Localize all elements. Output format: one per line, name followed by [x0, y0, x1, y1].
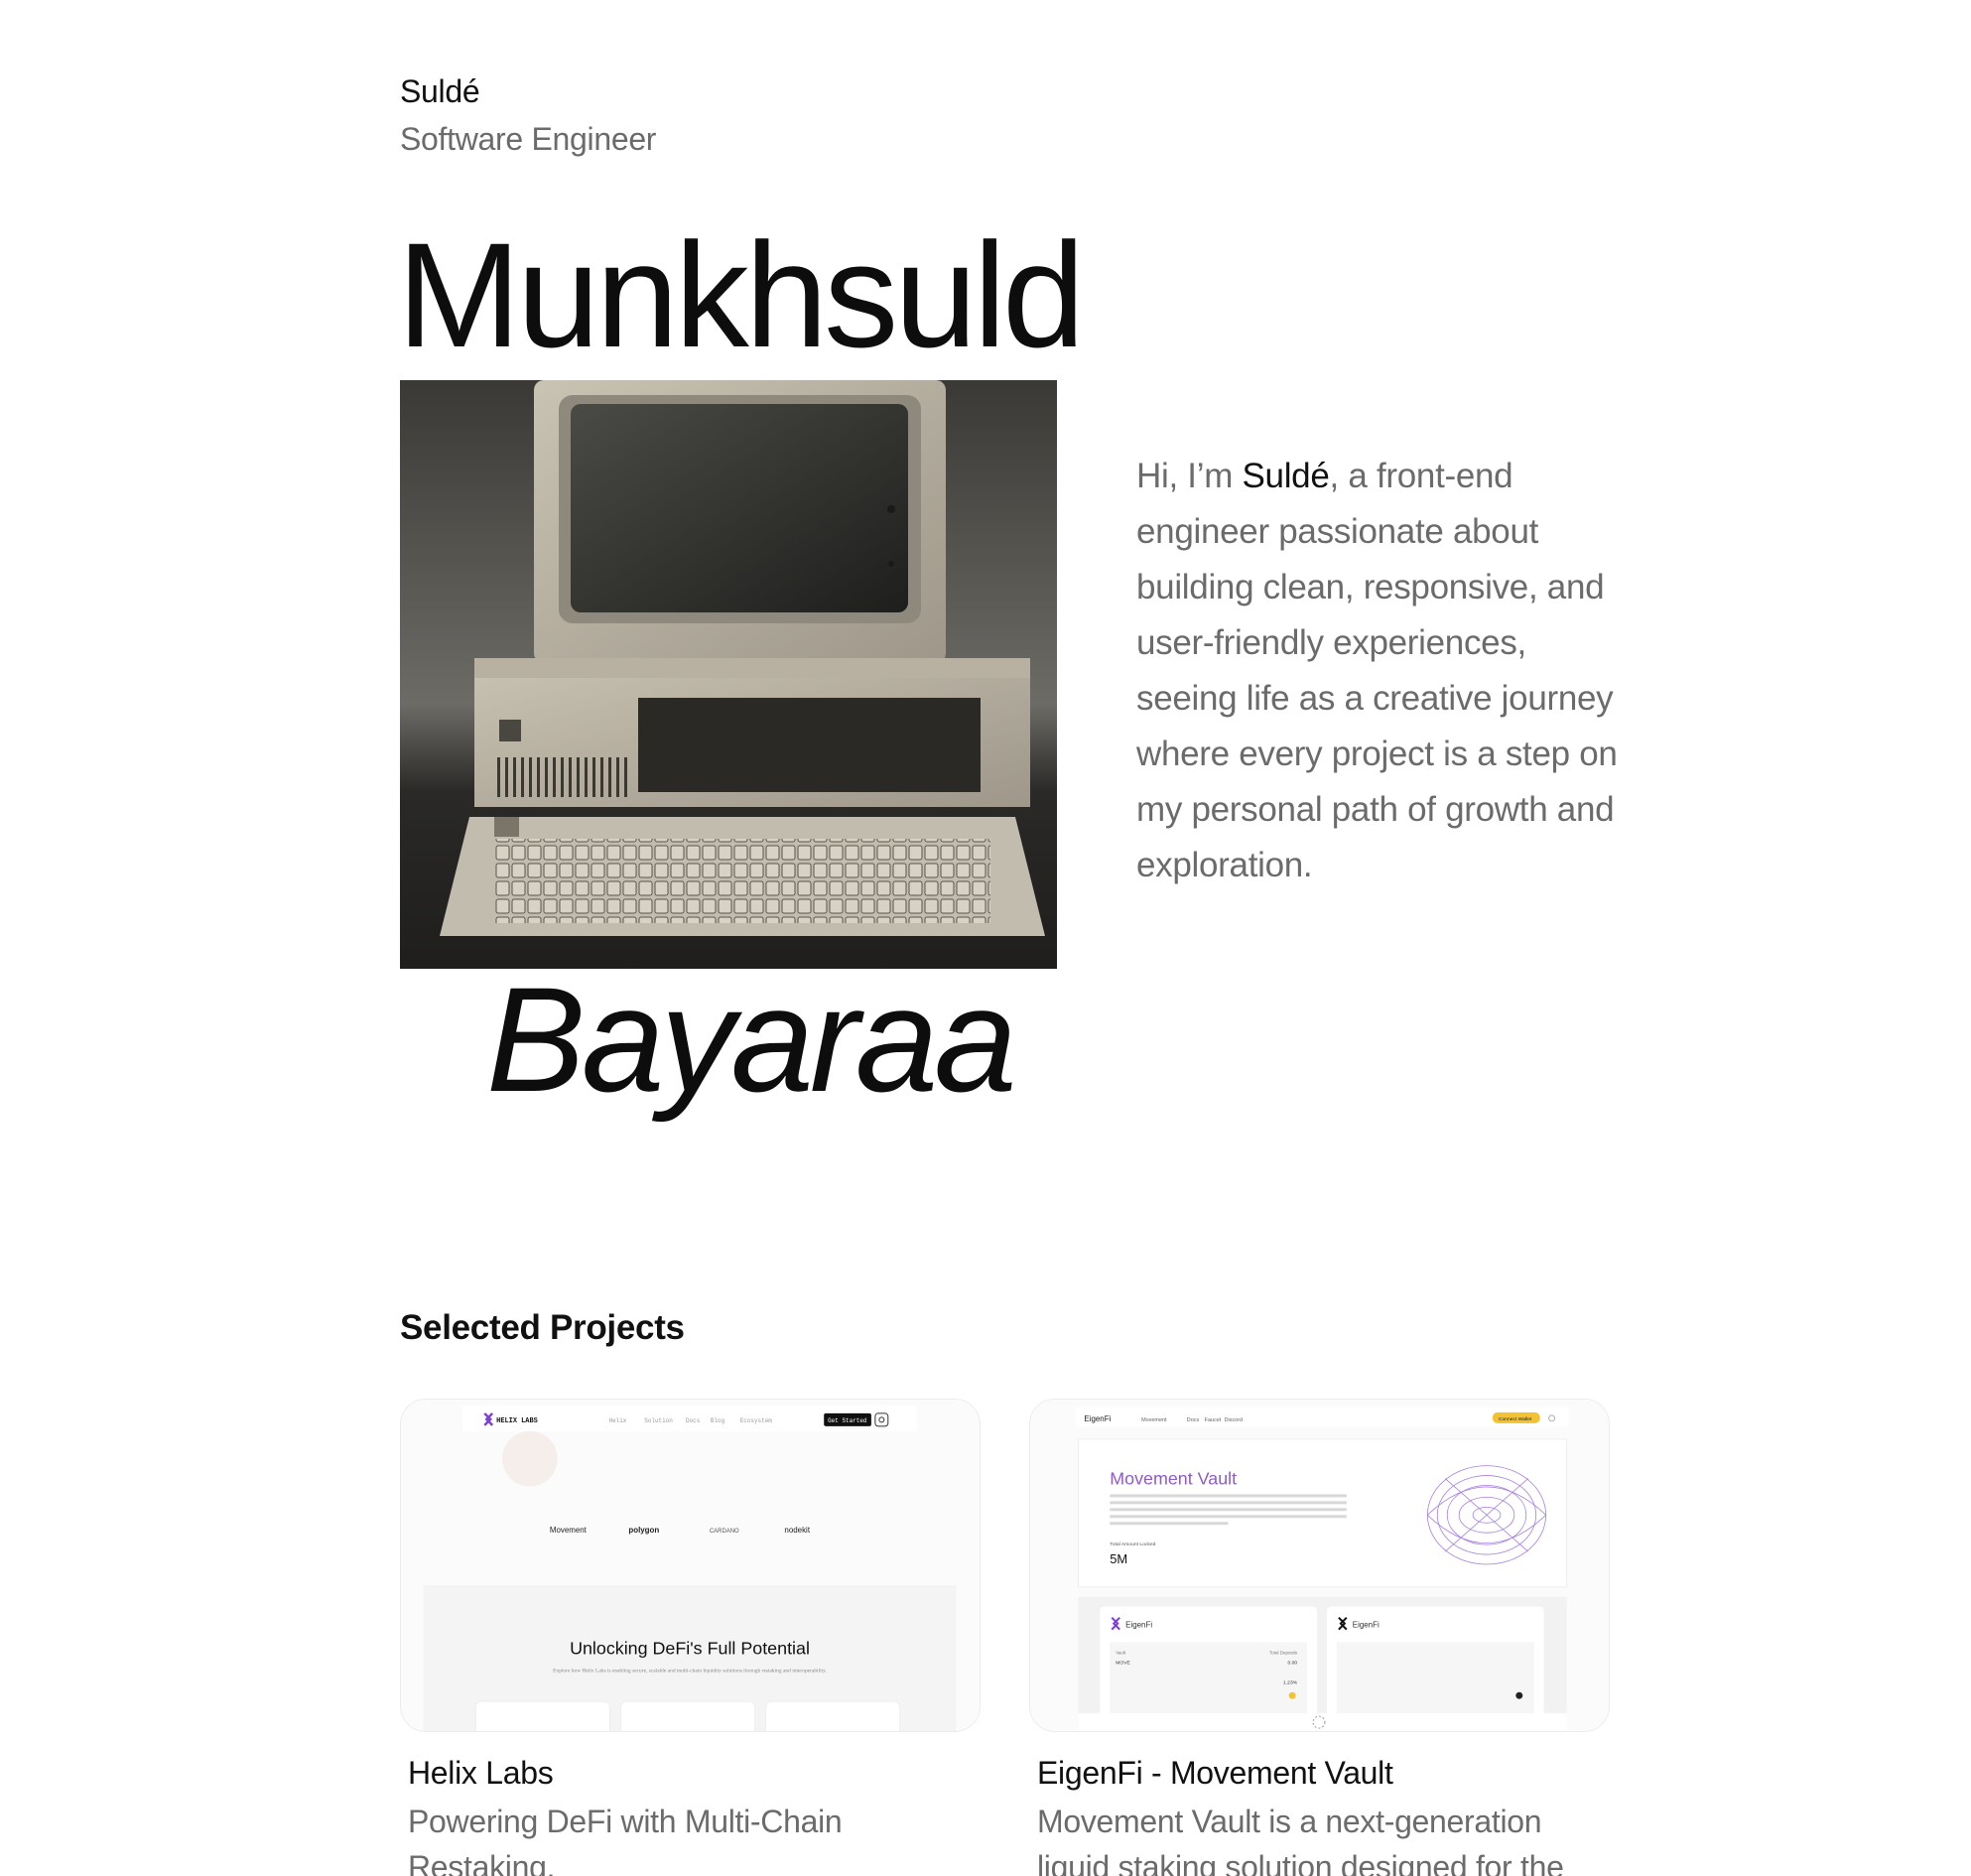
- project-card-helix-labs[interactable]: HELIX LABS Helix Solution Docs Blog Ecos…: [400, 1399, 981, 1732]
- selected-projects-heading: Selected Projects: [400, 1308, 685, 1347]
- hero-computer-image: [400, 380, 1057, 969]
- eigenfi-total-value: 5M: [1110, 1551, 1127, 1566]
- helix-nav-3: Blog: [711, 1417, 725, 1424]
- helix-partner-0: Movement: [550, 1526, 588, 1535]
- helix-labs-preview: HELIX LABS Helix Solution Docs Blog Ecos…: [401, 1400, 980, 1731]
- portfolio-page: Suldé Software Engineer Munkhsuld Bayara…: [0, 0, 1971, 1876]
- helix-nav-0: Helix: [608, 1417, 626, 1424]
- project-desc-helix-labs: Powering DeFi with Multi-Chain Restaking…: [408, 1804, 843, 1876]
- project-card-eigenfi[interactable]: EigenFi Movement Docs Faucet Discord Con…: [1029, 1399, 1610, 1732]
- project-title-eigenfi[interactable]: EigenFi - Movement Vault: [1037, 1755, 1393, 1792]
- helix-nav-2: Docs: [686, 1417, 701, 1424]
- eigenfi-stat-value-0: MOVE: [1116, 1660, 1130, 1666]
- eigenfi-nav-1: Docs: [1187, 1417, 1200, 1423]
- eigenfi-vault-title: Movement Vault: [1110, 1468, 1237, 1488]
- project-desc-eigenfi: Movement Vault is a next-generation liqu…: [1037, 1804, 1564, 1876]
- project-title-helix-labs[interactable]: Helix Labs: [408, 1755, 554, 1792]
- eigenfi-stat-value-1: 0.00: [1287, 1660, 1297, 1666]
- eigenfi-preview: EigenFi Movement Docs Faucet Discord Con…: [1030, 1400, 1609, 1731]
- bio-text: , a front-end engineer passionate about …: [1136, 457, 1618, 884]
- helix-subtext: Explore how Helix Labs is enabling secur…: [553, 1668, 827, 1674]
- site-name[interactable]: Suldé: [400, 73, 480, 110]
- eigenfi-nav-3: Discord: [1225, 1417, 1243, 1423]
- eigenfi-stat-label-1: Total Deposits: [1269, 1650, 1298, 1655]
- eigenfi-nav-2: Faucet: [1205, 1417, 1222, 1423]
- eigenfi-stat-label-0: Vault: [1116, 1650, 1126, 1655]
- eigenfi-logo-text: EigenFi: [1084, 1414, 1111, 1423]
- helix-nav-1: Solution: [644, 1417, 673, 1424]
- site-role: Software Engineer: [400, 121, 657, 157]
- helix-nav-4: Ecosystem: [740, 1417, 773, 1424]
- bio-prefix: Hi, I’m: [1136, 457, 1243, 495]
- hero-last-name: Bayaraa: [486, 956, 1017, 1123]
- eigenfi-sub-brand-2: EigenFi: [1353, 1621, 1380, 1630]
- eigenfi-total-label: Total Amount Locked: [1110, 1541, 1155, 1547]
- helix-cta: Get Started: [828, 1417, 867, 1424]
- eigenfi-nav-0: Movement: [1141, 1417, 1167, 1423]
- helix-logo-text: HELIX LABS: [496, 1417, 538, 1425]
- eigenfi-stat-value-2: 1.23%: [1283, 1679, 1298, 1685]
- eigenfi-cta: Connect Wallet: [1499, 1416, 1532, 1422]
- helix-partner-2: CARDANO: [710, 1529, 739, 1535]
- helix-partner-1: polygon: [628, 1526, 659, 1535]
- helix-partner-3: nodekit: [784, 1526, 810, 1535]
- hero-first-name: Munkhsuld: [397, 211, 1085, 378]
- bio-name: Suldé: [1242, 457, 1330, 495]
- helix-headline: Unlocking DeFi's Full Potential: [570, 1638, 810, 1658]
- bio-paragraph: Hi, I’m Suldé, a front-end engineer pass…: [1136, 449, 1633, 893]
- vintage-computer-illustration: [400, 380, 1057, 969]
- eigenfi-sub-brand: EigenFi: [1125, 1621, 1152, 1630]
